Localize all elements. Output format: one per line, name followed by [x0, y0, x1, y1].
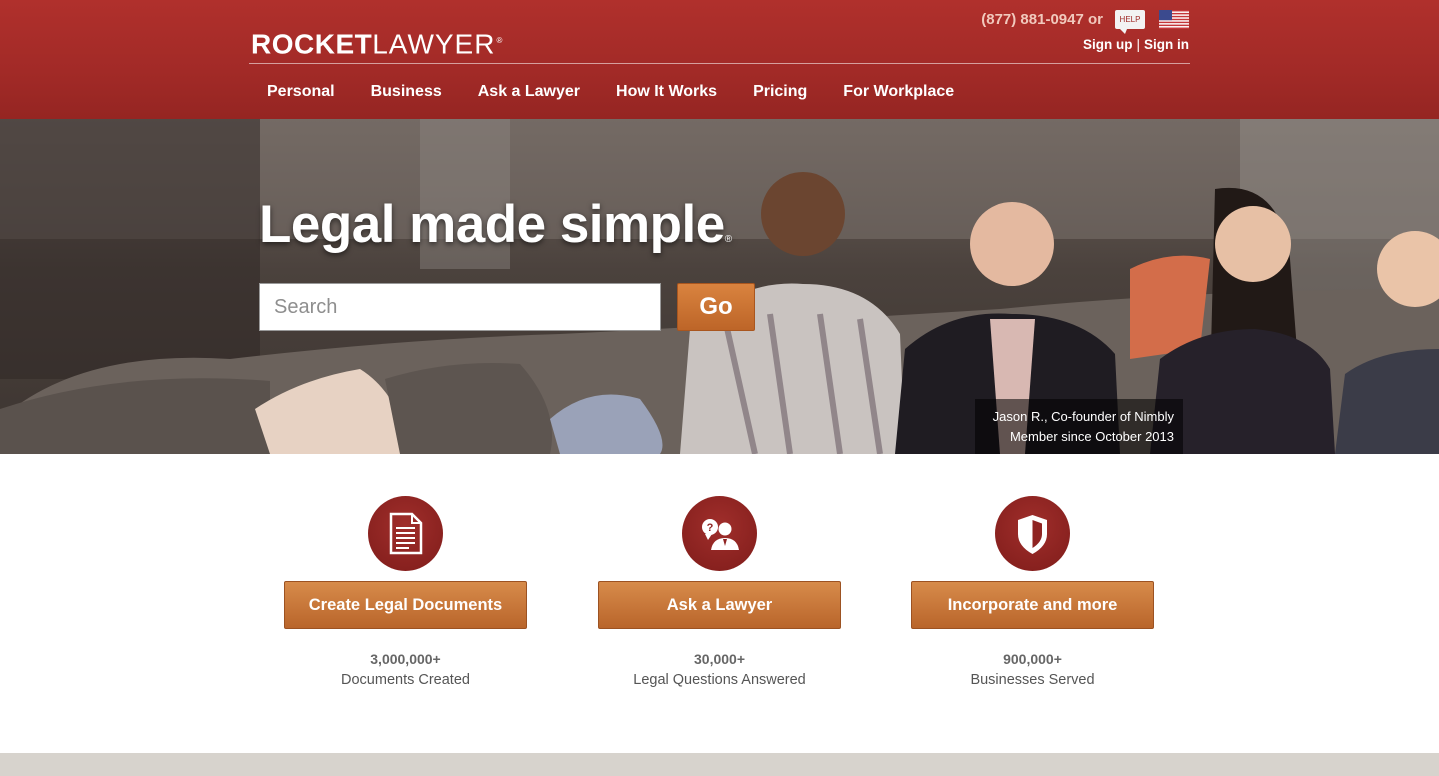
feature-description: Businesses Served: [970, 672, 1095, 688]
us-flag-icon[interactable]: [1159, 9, 1189, 29]
hero-title-text: Legal made simple: [259, 195, 725, 254]
ask-lawyer-icon[interactable]: ?: [682, 496, 757, 571]
caption-member-since: Member since October 2013: [1009, 429, 1174, 444]
nav-for-workplace[interactable]: For Workplace: [825, 83, 972, 101]
logo-text-bold: ROCKET: [251, 28, 373, 60]
logo-text-light: LAWYER: [372, 28, 496, 60]
hero-title: Legal made simple®: [259, 194, 732, 255]
feature-stat: 30,000+: [694, 651, 745, 667]
nav-ask-a-lawyer[interactable]: Ask a Lawyer: [460, 83, 598, 101]
rocketlawyer-logo[interactable]: ROCKETLAWYER®: [251, 26, 503, 60]
help-icon[interactable]: HELP: [1115, 9, 1145, 34]
feature-stat: 900,000+: [1003, 651, 1062, 667]
phone-number[interactable]: (877) 881-0947 or: [981, 11, 1103, 28]
nav-business[interactable]: Business: [353, 83, 460, 101]
nav-pricing[interactable]: Pricing: [735, 83, 825, 101]
sign-up-link[interactable]: Sign up: [1083, 37, 1133, 52]
feature-incorporate: Incorporate and more 900,000+ Businesses…: [911, 496, 1154, 696]
svg-text:?: ?: [707, 522, 714, 534]
shield-icon[interactable]: [995, 496, 1070, 571]
logo-registered-mark: ®: [496, 36, 503, 45]
auth-separator: |: [1136, 37, 1140, 52]
go-button[interactable]: Go: [677, 283, 755, 331]
feature-ask-lawyer: ? Ask a Lawyer 30,000+ Legal Questions A…: [598, 496, 841, 696]
feature-description: Legal Questions Answered: [633, 672, 806, 688]
nav-how-it-works[interactable]: How It Works: [598, 83, 735, 101]
testimonial-caption: Jason R., Co-founder of Nimbly Member si…: [975, 399, 1183, 454]
sign-in-link[interactable]: Sign in: [1144, 37, 1189, 52]
main-nav: Personal Business Ask a Lawyer How It Wo…: [249, 64, 972, 119]
incorporate-and-more-button[interactable]: Incorporate and more: [911, 581, 1154, 629]
contact-row: (877) 881-0947 or HELP: [981, 8, 1189, 34]
document-icon[interactable]: [368, 496, 443, 571]
feature-description: Documents Created: [341, 672, 470, 688]
ask-a-lawyer-button[interactable]: Ask a Lawyer: [598, 581, 841, 629]
feature-create-documents: Create Legal Documents 3,000,000+ Docume…: [284, 496, 527, 696]
site-header: ROCKETLAWYER® (877) 881-0947 or HELP Sig…: [0, 0, 1439, 119]
hero-title-mark: ®: [724, 234, 732, 245]
search-input[interactable]: [259, 283, 661, 331]
create-legal-documents-button[interactable]: Create Legal Documents: [284, 581, 527, 629]
footer-strip: [0, 753, 1439, 776]
feature-stat: 3,000,000+: [370, 651, 441, 667]
nav-personal[interactable]: Personal: [249, 83, 353, 101]
hero-banner: Legal made simple® Go Jason R., Co-found…: [0, 119, 1439, 454]
caption-name: Jason R., Co-founder of Nimbly: [992, 409, 1174, 424]
auth-links: Sign up | Sign in: [1083, 37, 1189, 52]
